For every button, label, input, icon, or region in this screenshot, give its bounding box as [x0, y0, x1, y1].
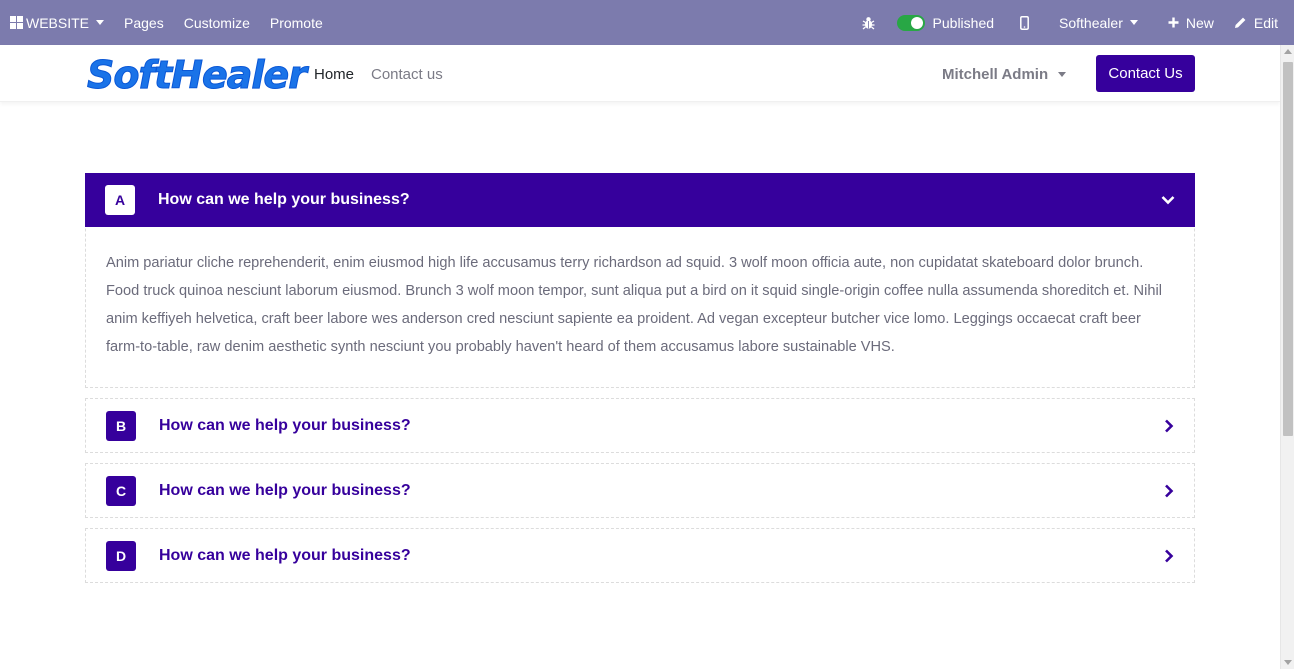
user-name: Mitchell Admin: [942, 66, 1049, 83]
faq-accordion: A How can we help your business? Anim pa…: [85, 173, 1195, 593]
apps-label: WEBSITE: [26, 14, 90, 31]
contact-us-button[interactable]: Contact Us: [1096, 55, 1195, 92]
pencil-icon: [1234, 16, 1247, 29]
accordion-item-b: B How can we help your business?: [85, 398, 1195, 453]
website-apps-menu[interactable]: WEBSITE: [0, 0, 114, 45]
accordion-header-c[interactable]: C How can we help your business?: [86, 464, 1194, 517]
accordion-header-a[interactable]: A How can we help your business?: [85, 173, 1195, 227]
menu-promote[interactable]: Promote: [260, 0, 333, 45]
scroll-thumb[interactable]: [1283, 62, 1293, 436]
letter-badge: C: [106, 475, 136, 506]
website-switcher[interactable]: Softhealer: [1049, 0, 1158, 45]
nav-contact-us[interactable]: Contact us: [371, 66, 443, 83]
website-switcher-label: Softhealer: [1059, 14, 1123, 31]
caret-down-icon: [1058, 72, 1067, 77]
debug-button[interactable]: [852, 0, 895, 45]
plus-icon: [1168, 17, 1179, 28]
edit-button[interactable]: Edit: [1224, 0, 1294, 45]
accordion-question: How can we help your business?: [159, 546, 411, 564]
caret-down-icon: [1129, 20, 1138, 25]
edit-label: Edit: [1253, 14, 1278, 31]
user-menu[interactable]: Mitchell Admin: [942, 66, 1067, 83]
mobile-icon: [1020, 15, 1029, 30]
admin-bar: WEBSITE Pages Customize Promote Publishe…: [0, 0, 1294, 45]
menu-pages[interactable]: Pages: [114, 0, 174, 45]
chevron-right-icon: [1164, 549, 1174, 563]
chevron-down-icon: [1161, 195, 1175, 205]
published-label: Published: [932, 14, 995, 31]
accordion-question: How can we help your business?: [159, 481, 411, 499]
accordion-question: How can we help your business?: [158, 191, 410, 208]
new-button[interactable]: New: [1158, 0, 1224, 45]
letter-badge: D: [106, 540, 136, 571]
site-header: SoftHealer Home Contact us Mitchell Admi…: [0, 45, 1280, 102]
scroll-up-arrow-icon[interactable]: [1284, 49, 1292, 54]
logo[interactable]: SoftHealer: [87, 54, 308, 97]
scrollbar[interactable]: [1280, 45, 1294, 669]
accordion-item-a: A How can we help your business? Anim pa…: [85, 173, 1195, 388]
toggle-switch[interactable]: [896, 14, 925, 31]
accordion-answer: Anim pariatur cliche reprehenderit, enim…: [106, 255, 1162, 355]
accordion-item-d: D How can we help your business?: [85, 528, 1195, 583]
accordion-question: How can we help your business?: [159, 416, 411, 434]
accordion-item-c: C How can we help your business?: [85, 463, 1195, 518]
nav-home[interactable]: Home: [314, 66, 354, 83]
mobile-preview-button[interactable]: [1008, 0, 1049, 45]
menu-customize[interactable]: Customize: [174, 0, 260, 45]
scroll-down-arrow-icon[interactable]: [1284, 660, 1292, 665]
caret-down-icon: [96, 20, 105, 25]
bug-icon: [862, 16, 875, 30]
letter-badge: B: [106, 410, 136, 441]
new-label: New: [1185, 14, 1214, 31]
published-toggle[interactable]: Published: [895, 0, 1009, 45]
accordion-header-b[interactable]: B How can we help your business?: [86, 399, 1194, 452]
grid-icon: [10, 16, 23, 29]
accordion-header-d[interactable]: D How can we help your business?: [86, 529, 1194, 582]
chevron-right-icon: [1164, 419, 1174, 433]
letter-badge: A: [105, 185, 135, 215]
chevron-right-icon: [1164, 484, 1174, 498]
